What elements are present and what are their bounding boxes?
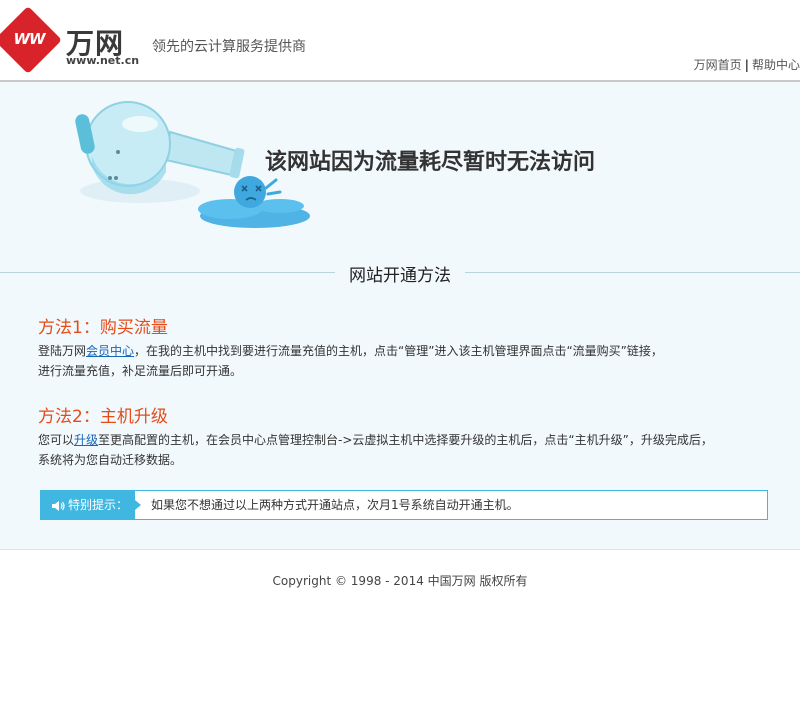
slogan: 领先的云计算服务提供商 (152, 39, 306, 55)
method-2-text-before: 您可以 (38, 433, 75, 447)
footer-copyright: Copyright © 1998 - 2014 中国万网 版权所有 (272, 574, 528, 588)
upgrade-link[interactable]: 升级 (74, 433, 98, 447)
method-2-title: 方法2：主机升级 (38, 407, 168, 427)
link-separator: | (744, 58, 749, 72)
site-logo[interactable]: WW 万网 www.net.cn (0, 6, 148, 74)
method-1-text: 登陆万网会员中心，在我的主机中找到要进行流量充值的主机，点击“管理”进入该主机管… (38, 341, 758, 381)
logo-mark: WW (13, 30, 45, 48)
main-content: 该网站因为流量耗尽暂时无法访问 网站开通方法 方法1：购买流量 登陆万网会员中心… (0, 82, 800, 550)
home-link[interactable]: 万网首页 (694, 58, 742, 72)
tip-text: 如果您不想通过以上两种方式开通站点，次月1号系统自动开通主机。 (151, 498, 519, 512)
site-header: WW 万网 www.net.cn 领先的云计算服务提供商 万网首页 | 帮助中心 (0, 0, 800, 82)
headline: 该网站因为流量耗尽暂时无法访问 (265, 150, 596, 175)
tip-arrow (135, 500, 141, 510)
method-1-text-after: ，在我的主机中找到要进行流量充值的主机，点击“管理”进入该主机管理界面点击“流量… (134, 344, 663, 358)
method-2-text: 您可以升级至更高配置的主机，在会员中心点管理控制台->云虚拟主机中选择要升级的主… (38, 430, 758, 470)
method-1-text-before: 登陆万网 (38, 344, 87, 358)
method-2-text-after: 至更高配置的主机，在会员中心点管理控制台->云虚拟主机中选择要升级的主机后，点击… (98, 433, 713, 447)
top-links: 万网首页 | 帮助中心 (694, 56, 800, 73)
method-2-text-line2: 系统将为您自动迁移数据。 (38, 453, 183, 467)
method-1-text-line2: 进行流量充值，补足流量后即可开通。 (38, 364, 243, 378)
help-center-link[interactable]: 帮助中心 (752, 58, 800, 72)
logo-url: www.net.cn (66, 54, 140, 67)
special-tip-box: 特别提示： 如果您不想通过以上两种方式开通站点，次月1号系统自动开通主机。 (40, 490, 768, 520)
tip-label: 特别提示： (68, 498, 129, 512)
section-title: 网站开通方法 (335, 261, 465, 286)
member-center-link[interactable]: 会员中心 (86, 344, 134, 358)
method-1-title: 方法1：购买流量 (38, 318, 168, 338)
speaker-icon (52, 500, 65, 511)
tip-label-box: 特别提示： (41, 491, 135, 519)
